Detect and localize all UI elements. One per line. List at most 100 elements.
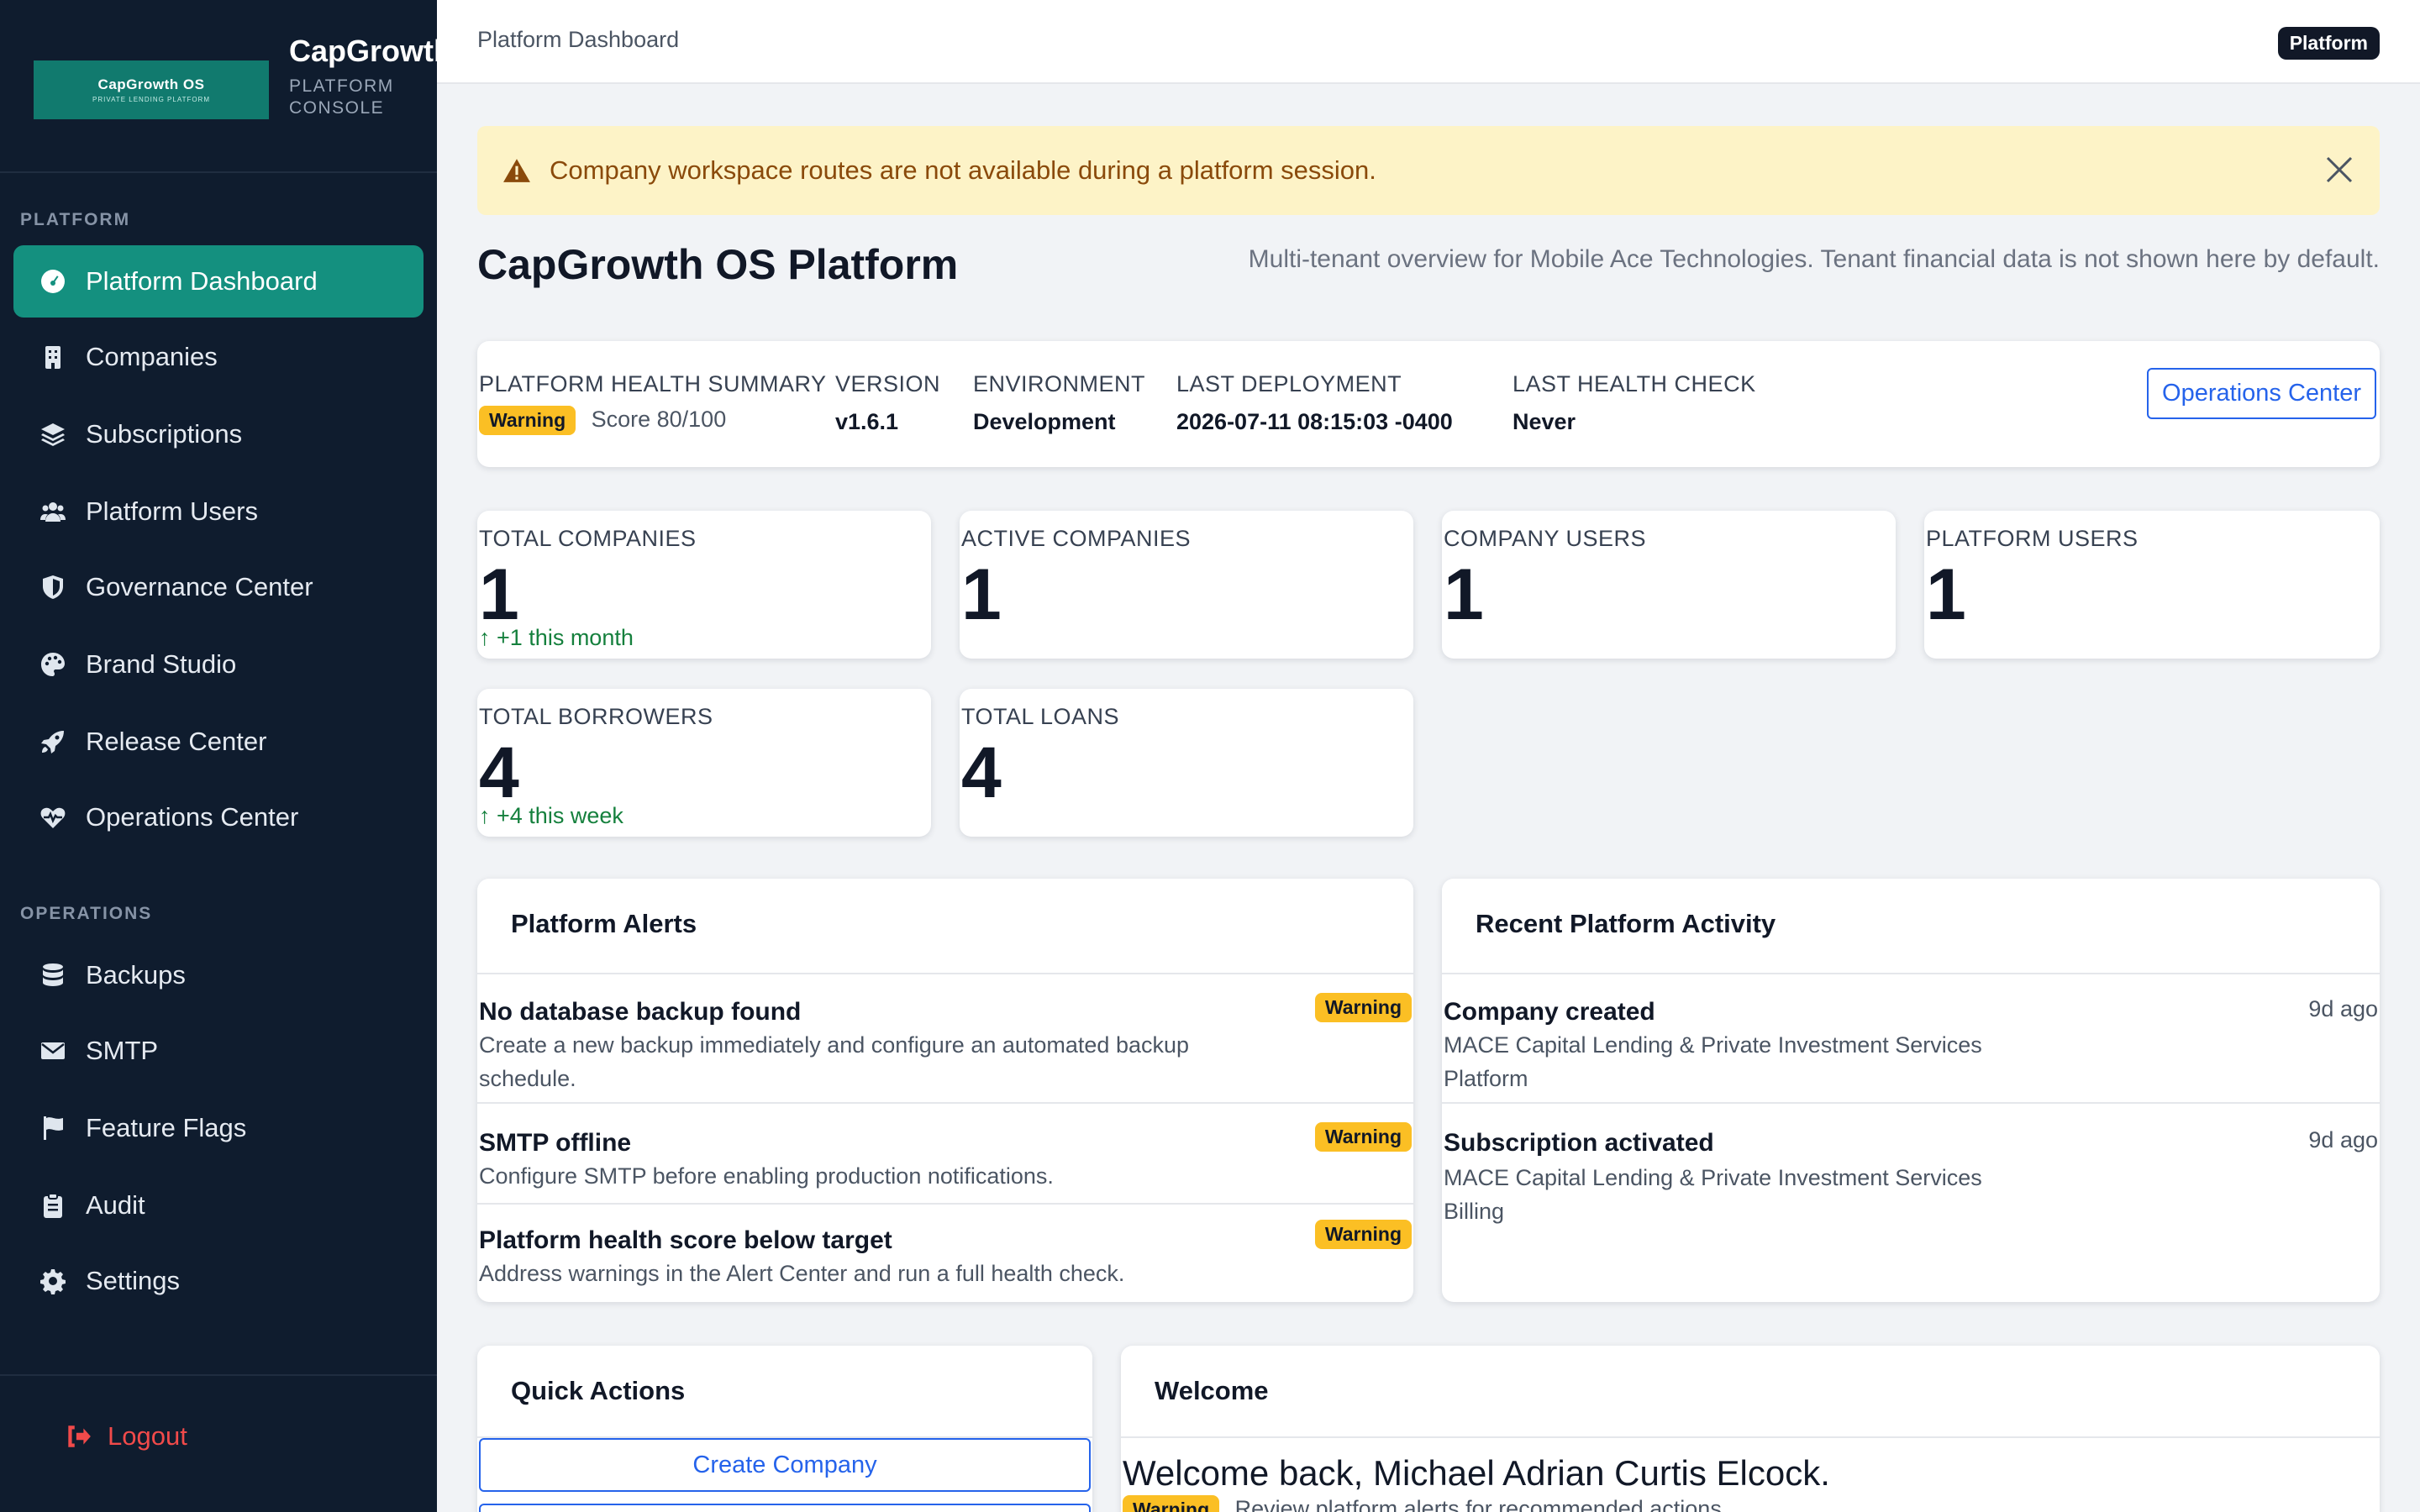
sidebar-item-label: Companies: [86, 342, 218, 371]
status-badge: Warning: [1123, 1495, 1220, 1512]
stat-value: 1: [961, 554, 1002, 635]
sidebar-item-companies[interactable]: Companies: [13, 321, 424, 393]
sidebar-item-label: SMTP: [86, 1036, 159, 1065]
rocket-icon: [39, 727, 67, 756]
alert-row[interactable]: SMTP offline Configure SMTP before enabl…: [477, 1104, 1413, 1203]
stat-value: 4: [479, 732, 519, 813]
flag-icon: [39, 1114, 67, 1142]
sidebar-item-settings[interactable]: Settings: [13, 1245, 424, 1317]
welcome-heading: Welcome back, Michael Adrian Curtis Elco…: [1123, 1453, 1830, 1493]
alert-description: Configure SMTP before enabling productio…: [479, 1163, 1054, 1189]
brand-text: CapGrowth OS PLATFORM CONSOLE: [289, 34, 437, 119]
brand-subtitle: PLATFORM CONSOLE: [289, 76, 394, 118]
stat-value: 4: [961, 732, 1002, 813]
panel-title: Recent Platform Activity: [1476, 909, 1776, 938]
recent-activity-panel: Recent Platform Activity Company created…: [1442, 879, 2380, 1302]
last-health-check-field: LAST HEALTH CHECK Never: [1512, 371, 1756, 435]
status-badge: Warning: [1314, 1122, 1412, 1152]
stat-label: TOTAL LOANS: [961, 704, 1120, 729]
welcome-note-row: Warning Review platform alerts for recom…: [1123, 1495, 1728, 1512]
quick-action-button[interactable]: [479, 1504, 1091, 1512]
platform-badge: Platform: [2277, 27, 2380, 60]
sidebar-item-subscriptions[interactable]: Subscriptions: [13, 398, 424, 470]
sidebar-item-feature-flags[interactable]: Feature Flags: [13, 1092, 424, 1164]
activity-detail: MACE Capital Lending & Private Investmen…: [1444, 1165, 1982, 1190]
sidebar-item-audit[interactable]: Audit: [13, 1169, 424, 1242]
gear-icon: [39, 1267, 67, 1295]
activity-title: Company created: [1444, 998, 1655, 1026]
stat-delta: ↑ +4 this week: [479, 803, 623, 828]
stat-label: TOTAL BORROWERS: [479, 704, 713, 729]
session-alert: Company workspace routes are not availab…: [477, 126, 2380, 215]
sidebar: CapGrowth OS PRIVATE LENDING PLATFORM Ca…: [0, 0, 437, 1512]
environment-field: ENVIRONMENT Development: [973, 371, 1145, 435]
brand-name: CapGrowth OS: [289, 34, 437, 68]
sidebar-item-platform-dashboard[interactable]: Platform Dashboard: [13, 245, 424, 318]
stat-value: 1: [1444, 554, 1484, 635]
environment-label: ENVIRONMENT: [973, 371, 1146, 396]
sidebar-item-release-center[interactable]: Release Center: [13, 706, 424, 778]
warning-icon: [503, 159, 530, 182]
page-title: CapGrowth OS Platform: [477, 241, 959, 288]
logout-icon: [68, 1425, 91, 1447]
version-field: VERSION v1.6.1: [835, 371, 940, 435]
stat-card-company-users: COMPANY USERS 1: [1442, 511, 1896, 659]
sidebar-item-platform-users[interactable]: Platform Users: [13, 475, 424, 548]
alert-title: No database backup found: [479, 998, 802, 1026]
sidebar-item-governance-center[interactable]: Governance Center: [13, 551, 424, 623]
version-label: VERSION: [835, 371, 941, 396]
stat-value: 1: [479, 554, 519, 635]
sidebar-item-label: Governance Center: [86, 572, 313, 601]
activity-source: Platform: [1444, 1066, 1528, 1091]
stat-delta: ↑ +1 this month: [479, 625, 634, 650]
close-icon[interactable]: [2323, 153, 2356, 186]
stat-label: COMPANY USERS: [1444, 526, 1647, 551]
sidebar-item-label: Audit: [86, 1190, 145, 1220]
status-badge: Warning: [1314, 993, 1412, 1022]
stat-card-total-companies: TOTAL COMPANIES 1 ↑ +1 this month: [477, 511, 931, 659]
stat-label: PLATFORM USERS: [1926, 526, 2139, 551]
activity-title: Subscription activated: [1444, 1129, 1714, 1157]
health-summary-label: PLATFORM HEALTH SUMMARY: [479, 371, 827, 396]
logout-button[interactable]: Logout: [64, 1421, 187, 1452]
last-deployment-label: LAST DEPLOYMENT: [1176, 371, 1402, 396]
stat-label: ACTIVE COMPANIES: [961, 526, 1192, 551]
sidebar-item-brand-studio[interactable]: Brand Studio: [13, 628, 424, 701]
top-bar: Platform Dashboard Platform: [437, 0, 2420, 84]
sidebar-item-smtp[interactable]: SMTP: [13, 1015, 424, 1087]
users-icon: [39, 497, 67, 526]
health-summary-card: PLATFORM HEALTH SUMMARY Warning Score 80…: [477, 341, 2380, 467]
alert-row[interactable]: No database backup found Create a new ba…: [477, 973, 1413, 1104]
stat-label: TOTAL COMPANIES: [479, 526, 697, 551]
create-company-button[interactable]: Create Company: [479, 1438, 1091, 1492]
heartbeat-icon: [39, 803, 67, 832]
platform-alerts-panel: Platform Alerts No database backup found…: [477, 879, 1413, 1302]
alert-row[interactable]: Platform health score below target Addre…: [477, 1205, 1413, 1302]
stat-card-active-companies: ACTIVE COMPANIES 1: [960, 511, 1413, 659]
health-score: Score 80/100: [591, 407, 727, 432]
stat-card-total-borrowers: TOTAL BORROWERS 4 ↑ +4 this week: [477, 689, 931, 837]
status-badge: Warning: [479, 406, 576, 435]
operations-center-button[interactable]: Operations Center: [2147, 368, 2376, 419]
stat-card-platform-users: PLATFORM USERS 1: [1924, 511, 2380, 659]
activity-row[interactable]: Company created MACE Capital Lending & P…: [1442, 973, 2380, 1104]
alert-title: SMTP offline: [479, 1129, 632, 1157]
environment-value: Development: [973, 409, 1116, 434]
panel-title: Platform Alerts: [511, 909, 697, 938]
stat-value: 1: [1926, 554, 1966, 635]
activity-row[interactable]: Subscription activated MACE Capital Lend…: [1442, 1104, 2380, 1236]
sidebar-item-backups[interactable]: Backups: [13, 939, 424, 1011]
divider: [1121, 1436, 2380, 1438]
version-value: v1.6.1: [835, 409, 899, 434]
activity-time: 9d ago: [2308, 1127, 2378, 1152]
sidebar-item-label: Feature Flags: [86, 1113, 247, 1142]
stat-card-total-loans: TOTAL LOANS 4: [960, 689, 1413, 837]
layers-icon: [39, 420, 67, 449]
sidebar-item-operations-center[interactable]: Operations Center: [13, 781, 424, 853]
status-badge: Warning: [1314, 1220, 1412, 1249]
sidebar-divider: [0, 1374, 437, 1376]
panel-title: Welcome: [1155, 1376, 1269, 1405]
welcome-panel: Welcome Welcome back, Michael Adrian Cur…: [1121, 1346, 2380, 1512]
brand-logo[interactable]: CapGrowth OS PRIVATE LENDING PLATFORM: [34, 60, 269, 119]
breadcrumb[interactable]: Platform Dashboard: [477, 27, 679, 53]
